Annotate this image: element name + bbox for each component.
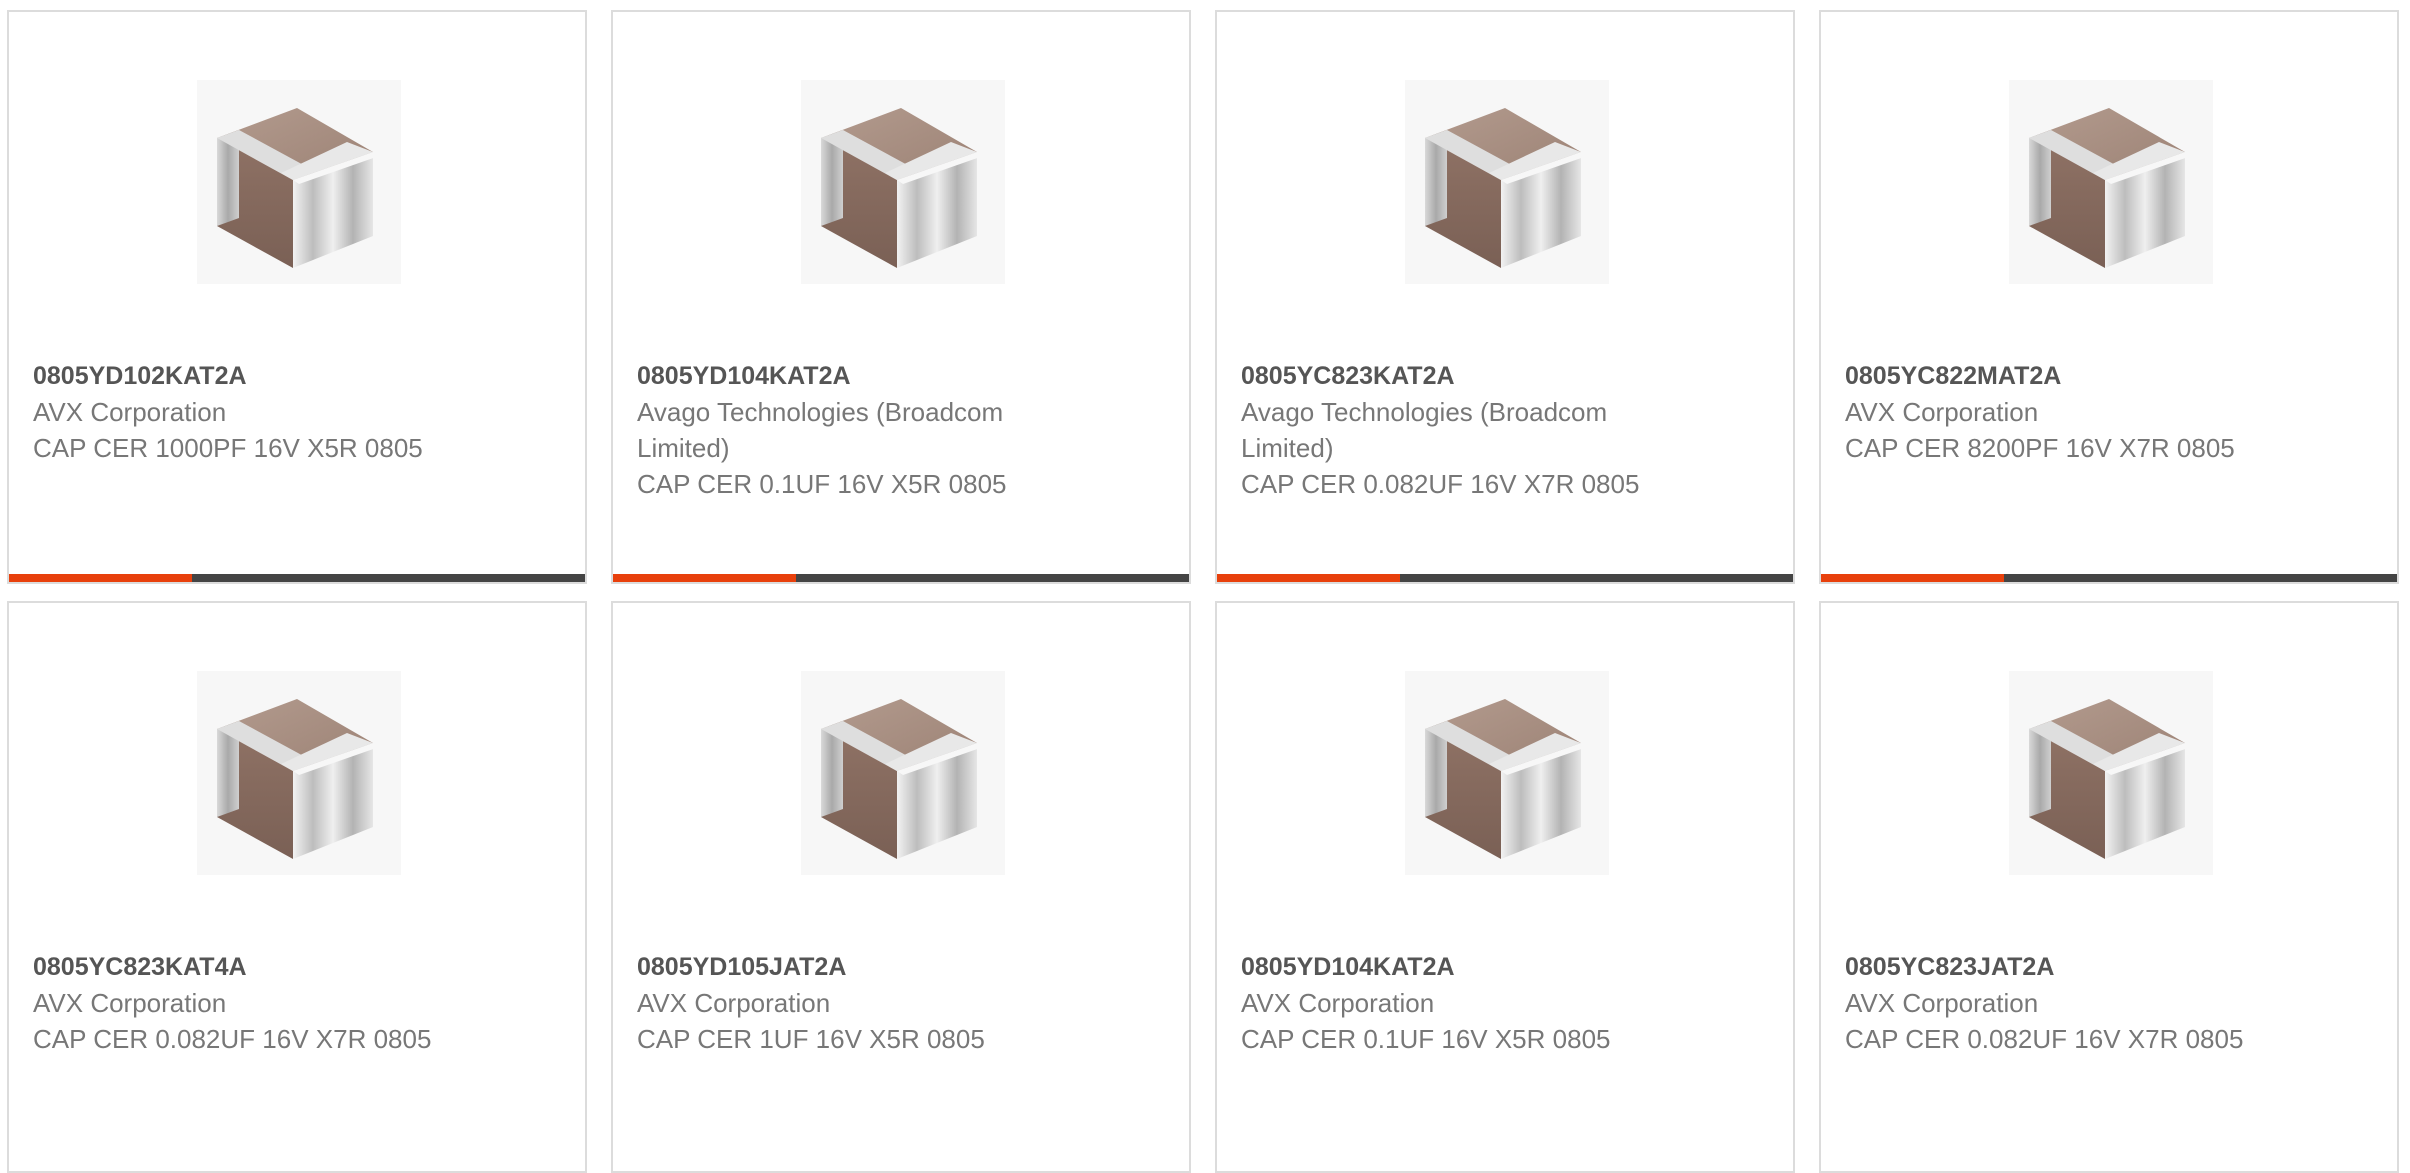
product-card[interactable]: 0805YD105JAT2A AVX Corporation CAP CER 1…: [611, 601, 1191, 1173]
ceramic-capacitor-icon: [197, 671, 401, 875]
manufacturer: AVX Corporation: [637, 988, 831, 1018]
manufacturer: AVX Corporation: [1845, 397, 2039, 427]
description: CAP CER 0.082UF 16V X7R 0805: [1845, 1024, 2244, 1054]
product-card[interactable]: 0805YC823KAT4A AVX Corporation CAP CER 0…: [7, 601, 587, 1173]
card-footer-accent: [9, 574, 192, 582]
product-grid: 0805YD102KAT2A AVX Corporation CAP CER 1…: [0, 0, 2410, 1173]
product-card[interactable]: 0805YC823KAT2A Avago Technologies (Broad…: [1215, 10, 1795, 584]
product-card[interactable]: 0805YC822MAT2A AVX Corporation CAP CER 8…: [1819, 10, 2399, 584]
description: CAP CER 0.082UF 16V X7R 0805: [1241, 469, 1640, 499]
manufacturer: Avago Technologies (Broadcom Limited): [1241, 397, 1608, 463]
ceramic-capacitor-icon: [2009, 671, 2213, 875]
manufacturer: AVX Corporation: [1845, 988, 2039, 1018]
part-number[interactable]: 0805YD104KAT2A: [637, 358, 1077, 394]
part-number[interactable]: 0805YC823KAT2A: [1241, 358, 1681, 394]
card-footer-bar: [1821, 574, 2397, 582]
ceramic-capacitor-icon: [801, 80, 1005, 284]
ceramic-capacitor-icon: [197, 80, 401, 284]
card-footer-accent: [1217, 574, 1400, 582]
card-footer-bar: [1217, 574, 1793, 582]
manufacturer: AVX Corporation: [1241, 988, 1435, 1018]
product-card[interactable]: 0805YC823JAT2A AVX Corporation CAP CER 0…: [1819, 601, 2399, 1173]
manufacturer: AVX Corporation: [33, 397, 227, 427]
description: CAP CER 1UF 16V X5R 0805: [637, 1024, 985, 1054]
description: CAP CER 0.082UF 16V X7R 0805: [33, 1024, 432, 1054]
description: CAP CER 1000PF 16V X5R 0805: [33, 433, 423, 463]
card-footer-bar: [613, 574, 1189, 582]
ceramic-capacitor-icon: [801, 671, 1005, 875]
ceramic-capacitor-icon: [1405, 671, 1609, 875]
part-number[interactable]: 0805YC823JAT2A: [1845, 949, 2285, 985]
description: CAP CER 0.1UF 16V X5R 0805: [637, 469, 1007, 499]
description: CAP CER 8200PF 16V X7R 0805: [1845, 433, 2235, 463]
part-number[interactable]: 0805YD105JAT2A: [637, 949, 1077, 985]
card-footer-accent: [1821, 574, 2004, 582]
part-number[interactable]: 0805YD102KAT2A: [33, 358, 473, 394]
description: CAP CER 0.1UF 16V X5R 0805: [1241, 1024, 1611, 1054]
product-card[interactable]: 0805YD104KAT2A Avago Technologies (Broad…: [611, 10, 1191, 584]
manufacturer: AVX Corporation: [33, 988, 227, 1018]
card-footer-accent: [613, 574, 796, 582]
product-card[interactable]: 0805YD102KAT2A AVX Corporation CAP CER 1…: [7, 10, 587, 584]
product-card[interactable]: 0805YD104KAT2A AVX Corporation CAP CER 0…: [1215, 601, 1795, 1173]
part-number[interactable]: 0805YD104KAT2A: [1241, 949, 1681, 985]
ceramic-capacitor-icon: [2009, 80, 2213, 284]
ceramic-capacitor-icon: [1405, 80, 1609, 284]
part-number[interactable]: 0805YC823KAT4A: [33, 949, 473, 985]
manufacturer: Avago Technologies (Broadcom Limited): [637, 397, 1004, 463]
part-number[interactable]: 0805YC822MAT2A: [1845, 358, 2285, 394]
card-footer-bar: [9, 574, 585, 582]
